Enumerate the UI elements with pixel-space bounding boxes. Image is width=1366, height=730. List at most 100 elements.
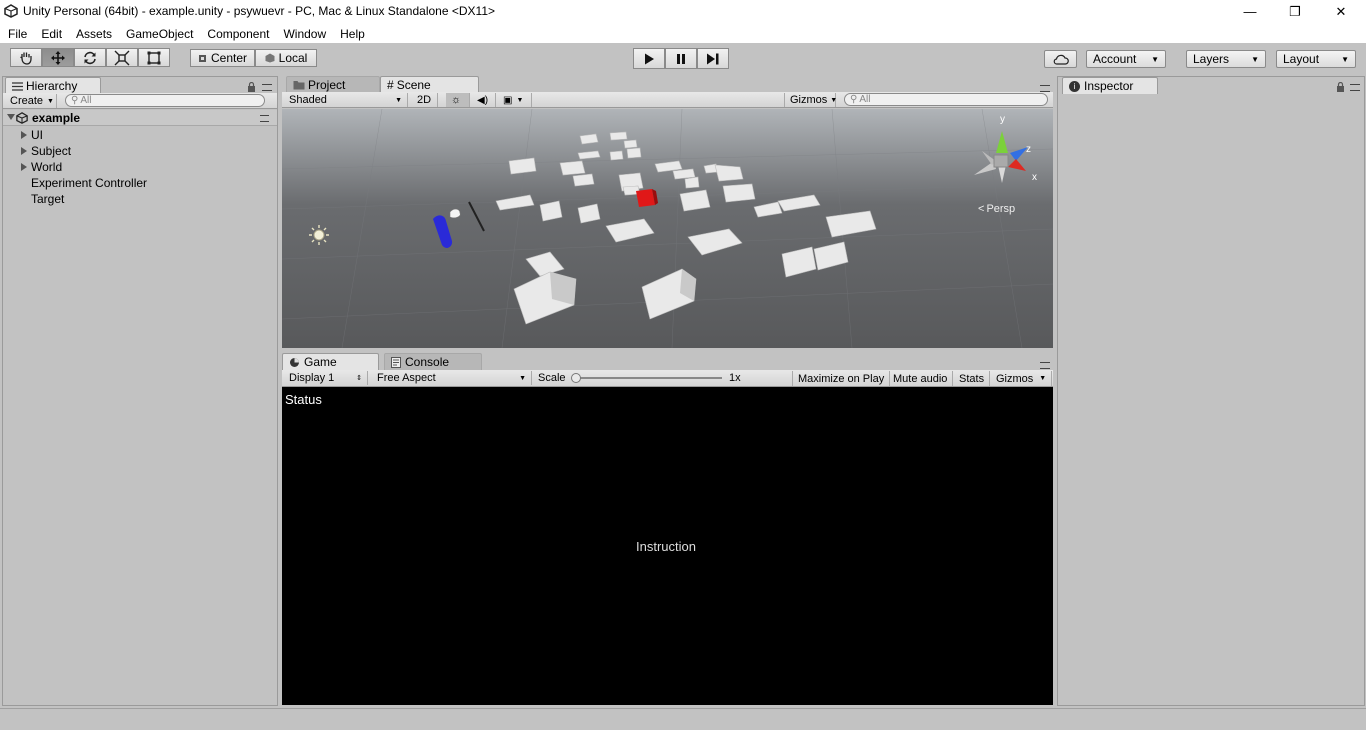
game-viewport[interactable]: Status Instruction <box>282 387 1053 705</box>
maximize-button[interactable]: ❐ <box>1272 0 1318 23</box>
pivot-space-button[interactable]: Local <box>255 49 317 67</box>
scale-label: Scale <box>538 372 566 384</box>
step-button[interactable] <box>697 48 729 69</box>
lock-icon[interactable] <box>247 82 256 92</box>
scene-gizmos-dropdown[interactable]: Gizmos ▼ <box>784 93 837 107</box>
game-gizmos-dropdown[interactable]: Gizmos ▼ <box>991 371 1053 386</box>
menu-component[interactable]: Component <box>200 24 276 42</box>
scene-root-row[interactable]: example <box>3 110 277 126</box>
stats-toggle[interactable]: Stats <box>954 371 991 386</box>
minimize-button[interactable]: — <box>1227 0 1273 23</box>
pause-button[interactable] <box>665 48 697 69</box>
main-toolbar: Center Local Account ▼ Layers ▼ Layout ▼ <box>0 43 1366 75</box>
console-tab-label: Console <box>405 355 450 369</box>
mute-audio-toggle[interactable]: Mute audio <box>888 371 954 386</box>
expand-arrow-icon[interactable] <box>7 114 15 120</box>
hierarchy-toolbar: Create ▼ ⚲ All <box>3 93 277 109</box>
menu-window[interactable]: Window <box>276 24 333 42</box>
search-icon: ⚲ <box>71 95 79 106</box>
project-tab-label: Project <box>308 78 346 92</box>
menu-assets[interactable]: Assets <box>69 24 119 42</box>
move-tool-button[interactable] <box>42 48 74 67</box>
expand-arrow-icon[interactable] <box>21 163 27 171</box>
expand-arrow-icon[interactable] <box>21 147 27 155</box>
hierarchy-item-target[interactable]: Target <box>3 191 277 207</box>
scale-slider-track[interactable] <box>574 377 722 379</box>
menu-file[interactable]: File <box>1 24 34 42</box>
unity-scene-icon <box>16 112 28 124</box>
mode-2d-toggle[interactable]: 2D <box>412 93 438 107</box>
hierarchy-search-input[interactable]: ⚲ All <box>65 94 265 107</box>
tab-console[interactable]: Console <box>384 353 482 370</box>
close-button[interactable]: ✕ <box>1318 0 1364 23</box>
rect-tool-button[interactable] <box>138 48 170 67</box>
maximize-on-play-toggle[interactable]: Maximize on Play <box>792 371 891 386</box>
gizmos-label: Gizmos <box>790 94 828 106</box>
scene-effects-dropdown[interactable]: ▣ ▼ <box>498 93 532 107</box>
tab-game[interactable]: Game <box>282 353 379 370</box>
tab-hierarchy[interactable]: Hierarchy <box>5 77 101 94</box>
tab-project[interactable]: Project <box>286 76 380 93</box>
aspect-dropdown[interactable]: Free Aspect ▼ <box>372 371 532 385</box>
layers-dropdown[interactable]: Layers ▼ <box>1186 50 1266 68</box>
tab-inspector[interactable]: i Inspector <box>1062 77 1158 94</box>
blue-capsule <box>433 215 453 248</box>
scale-icon <box>114 50 130 65</box>
menu-gameobject[interactable]: GameObject <box>119 24 200 42</box>
scene-menu-icon[interactable] <box>260 115 269 122</box>
shading-mode-dropdown[interactable]: Shaded ▼ <box>284 93 408 107</box>
hierarchy-item-world[interactable]: World <box>3 159 277 175</box>
account-dropdown[interactable]: Account ▼ <box>1086 50 1166 68</box>
persp-label: Persp <box>986 203 1016 215</box>
hierarchy-item-ui[interactable]: UI <box>3 127 277 143</box>
scene-audio-toggle[interactable]: ◀) <box>472 93 496 107</box>
hierarchy-item-label: Target <box>31 192 65 206</box>
create-dropdown[interactable]: Create ▼ <box>5 94 57 108</box>
game-controller-icon <box>290 357 299 367</box>
play-icon <box>645 53 654 64</box>
camera-gizmo-icon <box>449 201 485 232</box>
scene-viewport[interactable]: y z x < Persp <box>282 109 1053 348</box>
search-icon: ⚲ <box>850 94 858 105</box>
projection-toggle[interactable]: < Persp <box>978 203 1015 215</box>
dropdown-arrow-icon: ▼ <box>1151 54 1159 64</box>
orientation-gizmo[interactable] <box>974 131 1028 183</box>
hierarchy-item-experiment-controller[interactable]: Experiment Controller <box>3 175 277 191</box>
layout-dropdown[interactable]: Layout ▼ <box>1276 50 1356 68</box>
panel-menu-icon[interactable] <box>1350 84 1360 91</box>
pause-icon <box>677 53 685 64</box>
scene-lighting-toggle[interactable]: ☼ <box>446 93 470 107</box>
step-icon <box>707 53 719 64</box>
panel-menu-icon[interactable] <box>262 84 272 91</box>
scene-render[interactable] <box>282 109 1053 348</box>
hand-tool-button[interactable] <box>10 48 42 67</box>
hand-icon <box>20 52 32 65</box>
hierarchy-item-label: Subject <box>31 144 72 158</box>
hierarchy-item-subject[interactable]: Subject <box>3 143 277 159</box>
scene-toolbar: Shaded ▼ 2D ☼ ◀) ▣ ▼ Gizmos ▼ ⚲ All <box>282 92 1053 108</box>
shading-mode-label: Shaded <box>289 94 327 106</box>
instruction-text: Instruction <box>636 539 696 554</box>
cloud-button[interactable] <box>1044 50 1077 68</box>
scene-tab-label: Scene <box>396 78 431 92</box>
menu-help[interactable]: Help <box>333 24 372 42</box>
hierarchy-item-label: Experiment Controller <box>31 176 148 190</box>
image-icon: ▣ <box>503 94 513 106</box>
cloud-icon <box>1053 54 1069 65</box>
list-icon <box>12 81 23 91</box>
play-button[interactable] <box>633 48 665 69</box>
panel-menu-icon[interactable] <box>1040 85 1050 92</box>
perspective-icon: < <box>978 203 985 215</box>
pivot-center-button[interactable]: Center <box>190 49 255 67</box>
rotate-tool-button[interactable] <box>74 48 106 67</box>
lock-icon[interactable] <box>1336 82 1345 92</box>
panel-menu-icon[interactable] <box>1040 362 1050 369</box>
expand-arrow-icon[interactable] <box>21 131 27 139</box>
scene-search-input[interactable]: ⚲ All <box>844 93 1048 106</box>
tab-scene[interactable]: # Scene <box>380 76 479 93</box>
display-dropdown[interactable]: Display 1 ⇕ <box>284 371 368 385</box>
layers-label: Layers <box>1193 52 1230 66</box>
scale-slider-thumb[interactable] <box>571 373 581 383</box>
scale-tool-button[interactable] <box>106 48 138 67</box>
menu-edit[interactable]: Edit <box>34 24 69 42</box>
